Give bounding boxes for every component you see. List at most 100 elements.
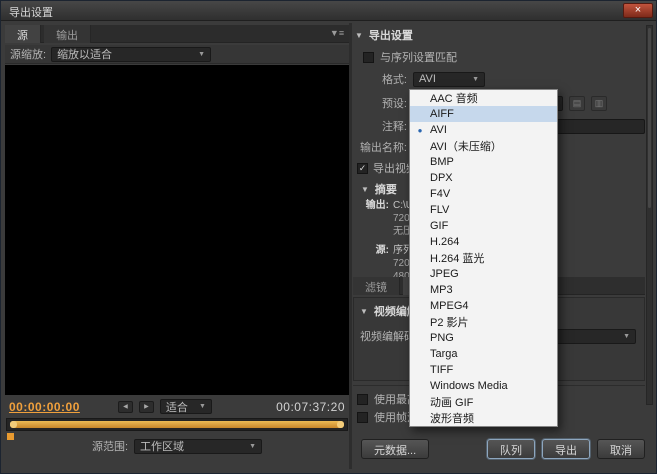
chevron-down-icon: ▼ bbox=[198, 51, 205, 58]
format-option-label: H.264 蓝光 bbox=[430, 250, 557, 266]
format-option-14[interactable]: P2 影片 bbox=[410, 314, 557, 330]
summary-output-label: 输出: bbox=[357, 199, 389, 238]
work-area-timeline[interactable] bbox=[6, 418, 348, 431]
preview-panel: 源 输出 ▼≡ 源缩放: 缩放以适合 ▼ 00:00:00:00 ◀ ▶ 适合 … bbox=[5, 25, 349, 469]
out-point-handle[interactable] bbox=[337, 421, 344, 428]
zoom-level-value: 适合 bbox=[166, 399, 188, 415]
scrollbar-thumb[interactable] bbox=[648, 28, 651, 208]
close-icon: × bbox=[635, 4, 641, 16]
format-option-label: AAC 音频 bbox=[430, 90, 557, 106]
export-settings-header[interactable]: ▼ 导出设置 bbox=[355, 27, 413, 43]
set-in-point-icon[interactable]: ◀ bbox=[118, 401, 133, 413]
export-button[interactable]: 导出 bbox=[542, 439, 590, 459]
format-option-15[interactable]: PNG bbox=[410, 330, 557, 346]
disclosure-triangle-icon: ▼ bbox=[360, 307, 368, 316]
format-option-16[interactable]: Targa bbox=[410, 346, 557, 362]
format-option-label: PNG bbox=[430, 332, 557, 344]
summary-header-label: 摘要 bbox=[375, 181, 397, 197]
source-scale-select[interactable]: 缩放以适合 ▼ bbox=[51, 47, 211, 62]
format-option-label: BMP bbox=[430, 156, 557, 168]
format-option-12[interactable]: MP3 bbox=[410, 282, 557, 298]
panel-scrollbar[interactable] bbox=[646, 25, 653, 405]
disclosure-triangle-icon: ▼ bbox=[355, 31, 363, 40]
queue-button[interactable]: 队列 bbox=[487, 439, 535, 459]
work-area-bar[interactable] bbox=[10, 421, 344, 428]
format-option-18[interactable]: Windows Media bbox=[410, 378, 557, 394]
source-range-row: 源范围: 工作区域 ▼ bbox=[5, 436, 349, 456]
current-timecode[interactable]: 00:00:00:00 bbox=[9, 400, 80, 414]
format-label: 格式: bbox=[355, 71, 407, 87]
source-scale-label: 源缩放: bbox=[10, 46, 46, 62]
transport-controls: 00:00:00:00 ◀ ▶ 适合 ▼ 00:07:37:20 bbox=[9, 398, 345, 415]
metadata-button[interactable]: 元数据... bbox=[361, 439, 429, 459]
title-bar[interactable]: 导出设置 × bbox=[1, 1, 656, 21]
format-option-label: Windows Media bbox=[430, 380, 557, 392]
format-option-label: TIFF bbox=[430, 364, 557, 376]
format-option-label: DPX bbox=[430, 172, 557, 184]
format-select[interactable]: AVI ▼ bbox=[413, 72, 485, 87]
max-quality-checkbox[interactable] bbox=[357, 394, 368, 405]
format-option-13[interactable]: MPEG4 bbox=[410, 298, 557, 314]
tab-output-label: 输出 bbox=[56, 30, 78, 42]
frame-blend-checkbox[interactable] bbox=[357, 412, 368, 423]
save-preset-icon[interactable]: ▤ bbox=[569, 96, 585, 111]
format-option-10[interactable]: H.264 蓝光 bbox=[410, 250, 557, 266]
source-scale-row: 源缩放: 缩放以适合 ▼ bbox=[5, 45, 349, 64]
format-option-0[interactable]: AAC 音频 bbox=[410, 90, 557, 106]
tab-source-label: 源 bbox=[17, 30, 28, 42]
format-option-8[interactable]: GIF bbox=[410, 218, 557, 234]
zoom-level-select[interactable]: 适合 ▼ bbox=[160, 399, 212, 414]
total-timecode: 00:07:37:20 bbox=[276, 400, 345, 414]
format-option-7[interactable]: FLV bbox=[410, 202, 557, 218]
format-option-11[interactable]: JPEG bbox=[410, 266, 557, 282]
format-option-6[interactable]: F4V bbox=[410, 186, 557, 202]
close-button[interactable]: × bbox=[623, 3, 653, 18]
chevron-down-icon: ▼ bbox=[472, 76, 479, 83]
export-video-group: ✓ 导出视频 bbox=[357, 160, 417, 176]
in-point-handle[interactable] bbox=[10, 421, 17, 428]
format-option-4[interactable]: BMP bbox=[410, 154, 557, 170]
source-range-select[interactable]: 工作区域 ▼ bbox=[134, 439, 262, 454]
format-row: 格式: AVI ▼ bbox=[355, 71, 645, 87]
set-out-point-icon[interactable]: ▶ bbox=[139, 401, 154, 413]
tab-filters[interactable]: 滤镜 bbox=[353, 277, 400, 295]
format-option-3[interactable]: AVI（未压缩） bbox=[410, 138, 557, 154]
format-option-17[interactable]: TIFF bbox=[410, 362, 557, 378]
format-option-label: 波形音频 bbox=[430, 410, 557, 426]
source-scale-value: 缩放以适合 bbox=[57, 46, 112, 62]
output-name-label: 输出名称: bbox=[355, 139, 407, 155]
primary-buttons: 队列 导出 取消 bbox=[487, 439, 645, 459]
format-option-label: H.264 bbox=[430, 236, 557, 248]
match-sequence-label: 与序列设置匹配 bbox=[380, 49, 457, 65]
format-option-1[interactable]: AIFF bbox=[410, 106, 557, 122]
tab-source[interactable]: 源 bbox=[5, 25, 41, 43]
export-settings-header-label: 导出设置 bbox=[369, 27, 413, 43]
chevron-down-icon: ▼ bbox=[623, 333, 630, 340]
summary-header[interactable]: ▼ 摘要 bbox=[361, 181, 397, 197]
chevron-down-icon: ▼ bbox=[199, 403, 206, 410]
source-output-tabbar: 源 输出 ▼≡ bbox=[5, 25, 349, 43]
format-option-20[interactable]: 波形音频 bbox=[410, 410, 557, 426]
cancel-button[interactable]: 取消 bbox=[597, 439, 645, 459]
format-option-label: JPEG bbox=[430, 268, 557, 280]
match-sequence-checkbox[interactable] bbox=[363, 52, 374, 63]
panel-divider bbox=[349, 23, 352, 469]
panel-menu-icon[interactable]: ▼≡ bbox=[327, 28, 347, 38]
export-video-checkbox[interactable]: ✓ bbox=[357, 163, 368, 174]
format-option-label: GIF bbox=[430, 220, 557, 232]
preset-label: 预设: bbox=[355, 95, 407, 111]
format-option-label: FLV bbox=[430, 204, 557, 216]
format-option-9[interactable]: H.264 bbox=[410, 234, 557, 250]
format-option-label: MPEG4 bbox=[430, 300, 557, 312]
comment-label: 注释: bbox=[355, 118, 407, 134]
format-option-5[interactable]: DPX bbox=[410, 170, 557, 186]
format-value: AVI bbox=[419, 73, 436, 85]
format-option-19[interactable]: 动画 GIF bbox=[410, 394, 557, 410]
export-settings-dialog: 导出设置 × 源 输出 ▼≡ 源缩放: 缩放以适合 ▼ 00:00:00:00 bbox=[0, 0, 657, 474]
format-option-label: 动画 GIF bbox=[430, 394, 557, 410]
format-option-2[interactable]: ●AVI bbox=[410, 122, 557, 138]
match-sequence-row: 与序列设置匹配 bbox=[363, 49, 457, 65]
format-option-label: F4V bbox=[430, 188, 557, 200]
delete-preset-icon[interactable]: ▥ bbox=[591, 96, 607, 111]
tab-output[interactable]: 输出 bbox=[44, 25, 91, 43]
